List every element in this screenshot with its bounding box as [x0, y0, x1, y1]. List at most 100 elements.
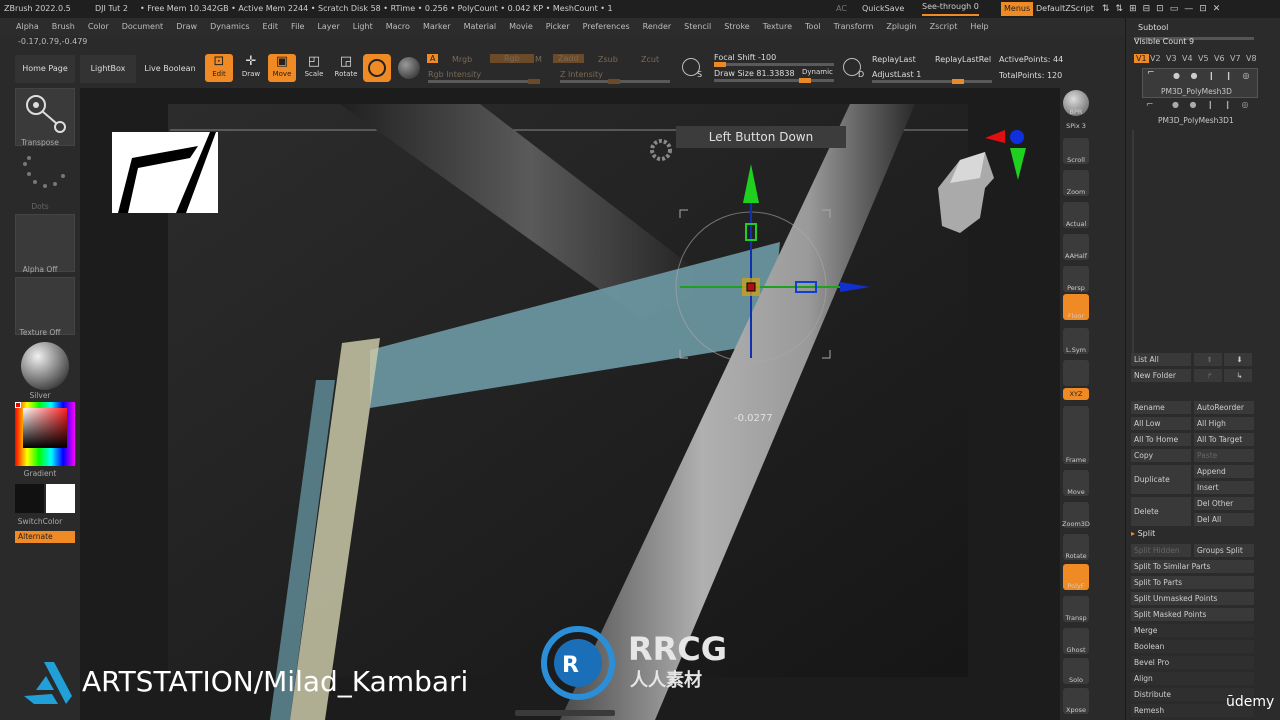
menu-material[interactable]: Material [464, 22, 497, 31]
delete-button[interactable]: Delete [1131, 497, 1191, 526]
material-silver-button[interactable] [15, 340, 75, 392]
menu-tool[interactable]: Tool [805, 22, 821, 31]
subtool-scrollbar[interactable] [1132, 130, 1134, 360]
zcut-toggle[interactable]: Zcut [641, 55, 659, 64]
menu-stencil[interactable]: Stencil [684, 22, 711, 31]
menu-layer[interactable]: Layer [317, 22, 339, 31]
menu-help[interactable]: Help [970, 22, 988, 31]
menu-zplugin[interactable]: Zplugin [886, 22, 916, 31]
split-unmasked-button[interactable]: Split Unmasked Points [1131, 592, 1254, 605]
split-parts-button[interactable]: Split To Parts [1131, 576, 1254, 589]
color-picker[interactable] [15, 402, 75, 466]
copy-button[interactable]: Copy [1131, 449, 1191, 462]
menu-stroke[interactable]: Stroke [724, 22, 750, 31]
menu-macro[interactable]: Macro [386, 22, 410, 31]
boolean-section[interactable]: Boolean [1131, 640, 1254, 653]
menu-zscript[interactable]: Zscript [930, 22, 958, 31]
zadd-toggle[interactable]: Zadd [553, 54, 584, 63]
version-tab-v6[interactable]: V6 [1214, 54, 1225, 63]
brush-button[interactable] [363, 54, 391, 82]
live-boolean-button[interactable]: Live Boolean [140, 55, 200, 83]
adjust-last-slider[interactable] [872, 79, 992, 84]
color-square[interactable] [23, 408, 67, 448]
menu-preferences[interactable]: Preferences [583, 22, 630, 31]
align-section[interactable]: Align [1131, 672, 1254, 685]
gizmo-center-dot[interactable] [746, 282, 756, 292]
move-button[interactable]: ▣ Move [268, 54, 296, 82]
subtool-item-active[interactable]: ⌐ ● ● ❙ ❙ ◎ PM3D_PolyMesh3D [1142, 68, 1258, 98]
replay-last-rel-button[interactable]: ReplayLastRel [935, 55, 991, 64]
a-toggle[interactable]: A [427, 54, 439, 63]
version-tab-v3[interactable]: V3 [1166, 54, 1177, 63]
draw-button[interactable]: ✛ Draw [237, 54, 265, 82]
menu-file[interactable]: File [291, 22, 304, 31]
menu-transform[interactable]: Transform [834, 22, 874, 31]
folder-down-icon[interactable]: ↳ [1224, 369, 1252, 382]
texture-button[interactable] [15, 277, 75, 335]
lightbox-button[interactable]: LightBox [80, 55, 136, 83]
menu-alpha[interactable]: Alpha [16, 22, 39, 31]
bottom-tray-handle[interactable] [515, 710, 615, 716]
quicksave-button[interactable]: QuickSave [862, 0, 904, 18]
menus-button[interactable]: Menus [1001, 2, 1034, 16]
menu-color[interactable]: Color [88, 22, 109, 31]
right-tool-icon-9[interactable] [1063, 360, 1089, 386]
version-tab-v4[interactable]: V4 [1182, 54, 1193, 63]
rename-button[interactable]: Rename [1131, 401, 1191, 414]
see-through-slider[interactable]: See-through 0 [922, 0, 979, 16]
all-to-target-button[interactable]: All To Target [1194, 433, 1254, 446]
home-page-button[interactable]: Home Page [15, 55, 75, 83]
version-tab-v2[interactable]: V2 [1150, 54, 1161, 63]
replay-last-button[interactable]: ReplayLast [872, 55, 916, 64]
move-up-icon[interactable]: ⬆ [1194, 353, 1222, 366]
menu-draw[interactable]: Draw [176, 22, 197, 31]
subtool-toggles[interactable]: ● ● ❙ ❙ ◎ [1173, 71, 1254, 80]
rotate-button[interactable]: ◲ Rotate [332, 54, 360, 82]
menu-movie[interactable]: Movie [509, 22, 533, 31]
focal-shift-slider[interactable] [714, 62, 834, 67]
window-icons[interactable]: ⇅⇅⊞⊟⊡▭—⊡✕ [1102, 0, 1226, 18]
menu-render[interactable]: Render [643, 22, 671, 31]
rgb-toggle[interactable]: Rgb [490, 54, 534, 63]
m-toggle[interactable]: M [535, 55, 542, 64]
split-similar-button[interactable]: Split To Similar Parts [1131, 560, 1254, 573]
groups-split-button[interactable]: Groups Split [1194, 544, 1254, 557]
menu-brush[interactable]: Brush [52, 22, 75, 31]
autoreorder-button[interactable]: AutoReorder [1194, 401, 1254, 414]
scale-button[interactable]: ◰ Scale [300, 54, 328, 82]
alpha-button[interactable] [15, 214, 75, 272]
append-button[interactable]: Append [1194, 465, 1254, 478]
del-all-button[interactable]: Del All [1194, 513, 1254, 526]
new-folder-button[interactable]: New Folder [1131, 369, 1191, 382]
secondary-color-swatch[interactable] [15, 484, 44, 513]
material-button[interactable] [395, 54, 423, 82]
menu-picker[interactable]: Picker [546, 22, 570, 31]
stroke-dots-button[interactable] [15, 152, 75, 204]
menu-texture[interactable]: Texture [763, 22, 792, 31]
mrgb-toggle[interactable]: Mrgb [452, 55, 472, 64]
edit-button[interactable]: ⊡ Edit [205, 54, 233, 82]
list-all-button[interactable]: List All [1131, 353, 1191, 366]
split-hidden-button[interactable]: Split Hidden [1131, 544, 1191, 557]
folder-up-icon[interactable]: ↱ [1194, 369, 1222, 382]
rgb-intensity-slider[interactable] [428, 79, 540, 84]
all-high-button[interactable]: All High [1194, 417, 1254, 430]
primary-color-swatch[interactable] [46, 484, 75, 513]
z-intensity-slider[interactable] [560, 79, 670, 84]
menu-dynamics[interactable]: Dynamics [210, 22, 249, 31]
version-tab-v8[interactable]: V8 [1246, 54, 1257, 63]
version-tab-v7[interactable]: V7 [1230, 54, 1241, 63]
menu-light[interactable]: Light [353, 22, 373, 31]
draw-size-slider[interactable] [714, 78, 834, 83]
all-low-button[interactable]: All Low [1131, 417, 1191, 430]
dynamic-toggle[interactable]: Dynamic [802, 68, 833, 76]
switchcolor-button[interactable]: SwitchColor [0, 517, 80, 526]
menu-document[interactable]: Document [122, 22, 163, 31]
bevel-pro-section[interactable]: Bevel Pro [1131, 656, 1254, 669]
alternate-button[interactable]: Alternate [15, 531, 75, 543]
paste-button[interactable]: Paste [1194, 449, 1254, 462]
move-down-icon[interactable]: ⬇ [1224, 353, 1252, 366]
subtool-item-2[interactable]: ⌐ ● ● ❙ ❙ ◎ PM3D_PolyMesh3D1 [1142, 100, 1258, 126]
del-other-button[interactable]: Del Other [1194, 497, 1254, 510]
menu-marker[interactable]: Marker [423, 22, 451, 31]
